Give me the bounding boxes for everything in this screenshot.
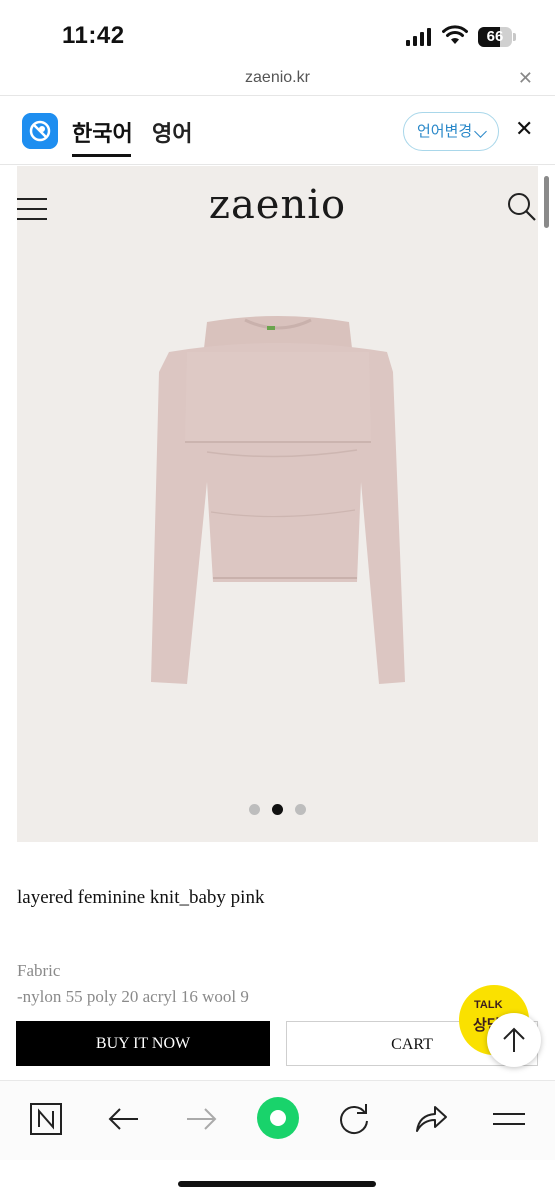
cellular-signal-icon	[406, 28, 431, 46]
scrollbar[interactable]	[544, 176, 549, 228]
translate-bar: 한국어 영어 언어변경 ✕	[0, 95, 555, 165]
product-gallery[interactable]: zaenio	[17, 166, 538, 842]
battery-icon: 66	[478, 27, 516, 47]
url-text[interactable]: zaenio.kr	[0, 69, 555, 87]
chevron-down-icon	[474, 125, 487, 138]
menu-icon[interactable]	[489, 1099, 529, 1139]
battery-level: 66	[486, 28, 504, 45]
translate-logo-icon	[22, 113, 58, 149]
green-dot-icon[interactable]	[256, 1096, 300, 1140]
share-icon[interactable]	[411, 1099, 451, 1139]
gallery-pagination[interactable]	[17, 802, 538, 815]
status-time: 11:42	[62, 22, 125, 49]
brand-logo[interactable]: zaenio	[17, 182, 538, 228]
fabric-composition: -nylon 55 poly 20 acryl 16 wool 9	[17, 987, 249, 1006]
refresh-icon[interactable]	[334, 1099, 374, 1139]
search-icon[interactable]	[507, 192, 537, 222]
translate-close-icon[interactable]: ✕	[515, 116, 533, 142]
close-icon[interactable]: ✕	[518, 68, 533, 89]
browser-toolbar	[0, 1080, 555, 1160]
kakao-talk-bubble: TALK	[474, 999, 503, 1011]
home-indicator	[178, 1181, 376, 1187]
gallery-dot[interactable]	[295, 804, 306, 815]
scroll-top-button[interactable]	[487, 1013, 541, 1067]
arrow-up-icon	[503, 1027, 525, 1052]
forward-arrow-icon[interactable]	[181, 1099, 221, 1139]
change-language-button[interactable]: 언어변경	[403, 112, 499, 151]
buy-now-button[interactable]: BUY IT NOW	[16, 1021, 270, 1066]
product-image	[151, 316, 405, 684]
change-language-label: 언어변경	[417, 123, 473, 140]
tab-english[interactable]: 영어	[152, 116, 192, 148]
url-bar[interactable]: zaenio.kr ✕	[0, 66, 555, 94]
status-bar: 11:42 66	[0, 0, 555, 66]
fabric-label: Fabric	[17, 961, 61, 980]
product-name: layered feminine knit_baby pink	[17, 887, 265, 908]
active-tab-indicator	[72, 154, 131, 157]
back-arrow-icon[interactable]	[104, 1099, 144, 1139]
gallery-dot[interactable]	[249, 804, 260, 815]
wifi-icon	[442, 25, 468, 44]
naver-home-icon[interactable]	[26, 1099, 66, 1139]
tab-korean[interactable]: 한국어	[72, 116, 133, 148]
gallery-dot[interactable]	[272, 804, 283, 815]
